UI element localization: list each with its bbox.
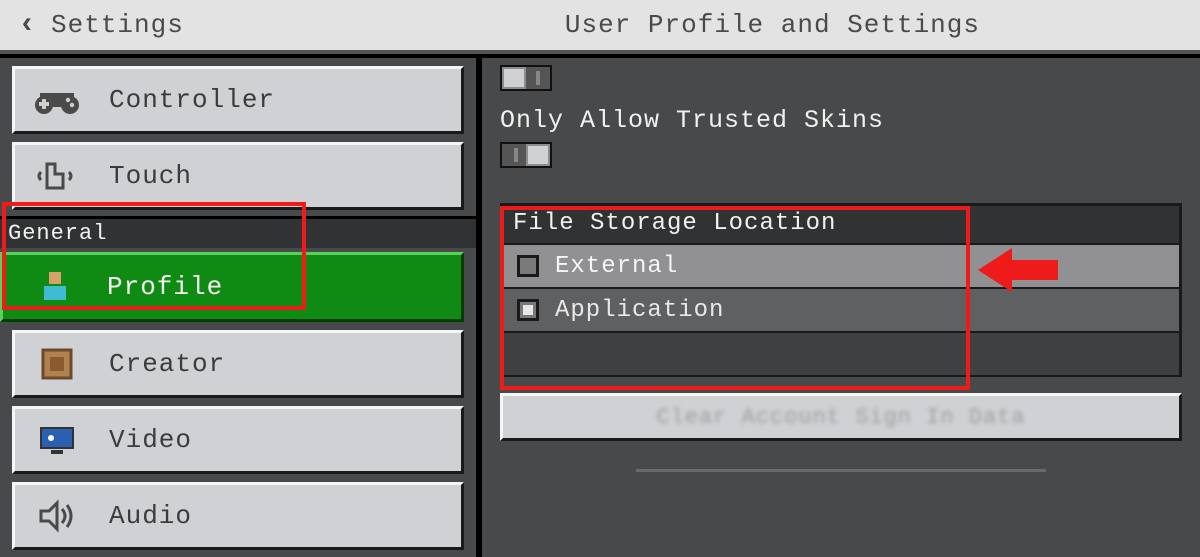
page-title: User Profile and Settings — [565, 10, 980, 40]
back-label: Settings — [51, 10, 184, 40]
file-storage-section: File Storage Location External Applicati… — [500, 203, 1182, 377]
toggle-knob — [502, 67, 526, 89]
toggle-track-mark — [536, 71, 540, 85]
storage-option-label: Application — [555, 297, 724, 324]
sidebar-item-label: Touch — [109, 161, 192, 191]
sidebar-item-audio[interactable]: Audio — [12, 482, 464, 550]
storage-option-external[interactable]: External — [503, 243, 1179, 287]
divider — [636, 469, 1045, 472]
sidebar-item-label: Controller — [109, 85, 275, 115]
storage-option-application[interactable]: Application — [503, 287, 1179, 331]
sidebar-item-label: Audio — [109, 501, 192, 531]
toggle-row-trusted — [500, 141, 1182, 169]
toggle-unknown[interactable] — [500, 65, 552, 91]
toggle-knob — [526, 144, 550, 166]
radio-box-icon — [517, 255, 539, 277]
controller-icon — [33, 80, 81, 120]
radio-box-icon — [517, 299, 539, 321]
sidebar-item-touch[interactable]: Touch — [12, 142, 464, 210]
sidebar: Controller Touch General — [0, 58, 482, 557]
sidebar-item-label: Profile — [107, 272, 223, 302]
sidebar-item-label: Creator — [109, 349, 225, 379]
creator-icon — [33, 344, 81, 384]
sidebar-item-profile[interactable]: Profile — [0, 252, 464, 322]
main-area: Controller Touch General — [0, 54, 1200, 557]
sidebar-item-video[interactable]: Video — [12, 406, 464, 474]
sidebar-section-general: General — [0, 216, 476, 248]
storage-spacer — [503, 331, 1179, 377]
clear-account-button[interactable]: Clear Account Sign In Data — [500, 393, 1182, 441]
audio-icon — [33, 496, 81, 536]
sidebar-item-label: Video — [109, 425, 192, 455]
content-panel: Only Allow Trusted Skins File Storage Lo… — [482, 58, 1200, 557]
touch-icon — [33, 156, 81, 196]
back-button[interactable]: ‹ Settings — [8, 8, 184, 42]
trusted-skins-label: Only Allow Trusted Skins — [500, 106, 1182, 135]
sidebar-item-creator[interactable]: Creator — [12, 330, 464, 398]
file-storage-header: File Storage Location — [503, 206, 1179, 243]
clear-account-label: Clear Account Sign In Data — [656, 405, 1025, 430]
header-bar: ‹ Settings User Profile and Settings — [0, 0, 1200, 54]
toggle-track-mark — [514, 148, 518, 162]
profile-icon — [31, 267, 79, 307]
toggle-trusted-skins[interactable] — [500, 142, 552, 168]
video-icon — [33, 420, 81, 460]
toggle-row-top — [500, 64, 1182, 92]
storage-option-label: External — [555, 253, 678, 280]
back-chevron-icon: ‹ — [18, 8, 37, 42]
sidebar-item-controller[interactable]: Controller — [12, 66, 464, 134]
